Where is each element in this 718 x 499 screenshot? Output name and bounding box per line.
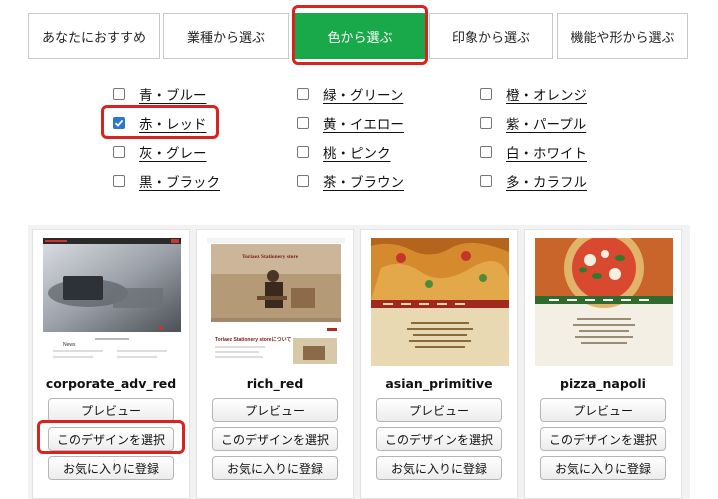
color-option-brown[interactable]: 茶・ブラウン — [297, 171, 404, 191]
checkbox[interactable] — [297, 88, 309, 100]
color-option-label[interactable]: 黄・イエロー — [323, 113, 404, 133]
color-option-colorful[interactable]: 多・カラフル — [480, 171, 587, 191]
checkbox-checked[interactable] — [113, 117, 125, 129]
design-name: rich_red — [246, 376, 304, 391]
tab-function[interactable]: 機能や形から選ぶ — [557, 13, 688, 59]
design-thumbnail[interactable]: News — [43, 238, 181, 366]
design-name: corporate_adv_red — [45, 376, 177, 391]
add-favorite-button[interactable]: お気に入りに登録 — [540, 456, 666, 480]
design-name: pizza_napoli — [560, 376, 646, 391]
checkbox[interactable] — [297, 175, 309, 187]
checkbox[interactable] — [113, 88, 125, 100]
checkbox[interactable] — [480, 175, 492, 187]
design-card-rich-red: Toriaez Stationery store Toriaez Station… — [196, 229, 354, 499]
checkbox[interactable] — [113, 146, 125, 158]
preview-button[interactable]: プレビュー — [376, 398, 502, 422]
thumbnail-store-title: Toriaez Stationery store — [242, 254, 299, 260]
select-design-button[interactable]: このデザインを選択 — [540, 427, 666, 451]
add-favorite-button[interactable]: お気に入りに登録 — [48, 456, 174, 480]
color-option-pink[interactable]: 桃・ピンク — [297, 142, 391, 162]
color-option-label[interactable]: 黒・ブラック — [139, 171, 220, 191]
tab-color[interactable]: 色から選ぶ — [295, 13, 425, 59]
color-option-green[interactable]: 緑・グリーン — [297, 84, 403, 104]
color-option-label[interactable]: 茶・ブラウン — [323, 171, 404, 191]
add-favorite-button[interactable]: お気に入りに登録 — [212, 456, 338, 480]
design-card-pizza-napoli: pizza_napoli プレビュー このデザインを選択 お気に入りに登録 — [524, 229, 682, 499]
design-name: asian_primitive — [385, 376, 493, 391]
color-option-label[interactable]: 緑・グリーン — [323, 84, 403, 104]
color-option-label[interactable]: 多・カラフル — [506, 171, 587, 191]
color-option-label[interactable]: 橙・オレンジ — [506, 84, 587, 104]
select-design-button[interactable]: このデザインを選択 — [376, 427, 502, 451]
design-card-asian-primitive: asian_primitive プレビュー このデザインを選択 お気に入りに登録 — [360, 229, 518, 499]
color-option-label[interactable]: 赤・レッド — [139, 113, 207, 133]
select-design-button[interactable]: このデザインを選択 — [48, 427, 174, 451]
color-option-orange[interactable]: 橙・オレンジ — [480, 84, 587, 104]
checkbox[interactable] — [297, 117, 309, 129]
design-thumbnail[interactable] — [371, 238, 509, 366]
color-option-purple[interactable]: 紫・パープル — [480, 113, 586, 133]
preview-button[interactable]: プレビュー — [48, 398, 174, 422]
color-option-label[interactable]: 白・ホワイト — [506, 142, 587, 162]
checkbox[interactable] — [113, 175, 125, 187]
color-option-yellow[interactable]: 黄・イエロー — [297, 113, 404, 133]
thumbnail-about-text: Toriaez Stationery storeについて — [215, 337, 291, 343]
design-card-corporate-adv-red: News corporate_adv_red プレビュー このデザインを選択 お… — [32, 229, 190, 499]
add-favorite-button[interactable]: お気に入りに登録 — [376, 456, 502, 480]
checkbox[interactable] — [480, 88, 492, 100]
color-option-label[interactable]: 紫・パープル — [506, 113, 586, 133]
checkbox[interactable] — [297, 146, 309, 158]
thumbnail-news-text: News — [63, 342, 76, 348]
design-thumbnail[interactable] — [535, 238, 673, 366]
color-option-label[interactable]: 桃・ピンク — [323, 142, 391, 162]
color-option-red[interactable]: 赤・レッド — [113, 113, 207, 133]
tab-recommended[interactable]: あなたにおすすめ — [28, 13, 160, 59]
color-option-white[interactable]: 白・ホワイト — [480, 142, 587, 162]
preview-button[interactable]: プレビュー — [540, 398, 666, 422]
design-thumbnail[interactable]: Toriaez Stationery store Toriaez Station… — [207, 238, 345, 366]
checkbox[interactable] — [480, 117, 492, 129]
color-option-label[interactable]: 青・ブルー — [139, 84, 207, 104]
color-option-blue[interactable]: 青・ブルー — [113, 84, 207, 104]
checkbox[interactable] — [480, 146, 492, 158]
tab-industry[interactable]: 業種から選ぶ — [163, 13, 289, 59]
color-option-label[interactable]: 灰・グレー — [139, 142, 207, 162]
preview-button[interactable]: プレビュー — [212, 398, 338, 422]
tab-impression[interactable]: 印象から選ぶ — [429, 13, 553, 59]
color-option-gray[interactable]: 灰・グレー — [113, 142, 207, 162]
color-option-black[interactable]: 黒・ブラック — [113, 171, 220, 191]
select-design-button[interactable]: このデザインを選択 — [212, 427, 338, 451]
